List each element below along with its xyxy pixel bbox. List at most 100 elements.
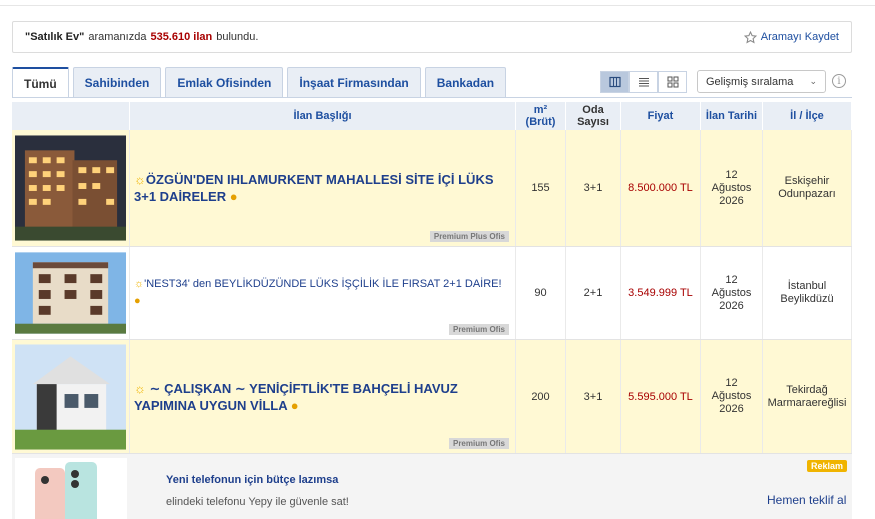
date-day: 12 <box>725 168 738 181</box>
listing-title[interactable]: ☼'NEST34' den BEYLİKDÜZÜNDE LÜKS İŞÇİLİK… <box>134 276 511 310</box>
pin-icon: ● <box>134 295 141 307</box>
table-row[interactable]: ☼ÖZGÜN'DEN IHLAMURKENT MAHALLESİ SİTE İÇ… <box>12 130 852 247</box>
grid-view-button[interactable] <box>658 71 687 93</box>
location-district: Marmaraereğlisi <box>767 396 847 409</box>
listing-title-cell[interactable]: ☼ ∼ ÇALIŞKAN ∼ YENİÇİFTLİK'TE BAHÇELİ HA… <box>130 340 516 453</box>
tab-owner[interactable]: Sahibinden <box>72 67 162 97</box>
listing-price: 5.595.000 TL <box>621 340 701 453</box>
listing-title-cell[interactable]: ☼ÖZGÜN'DEN IHLAMURKENT MAHALLESİ SİTE İÇ… <box>130 130 516 246</box>
listing-thumbnail[interactable] <box>12 340 130 453</box>
listing-title-text: 'NEST34' den BEYLİKDÜZÜNDE LÜKS İŞÇİLİK … <box>144 278 502 290</box>
save-search-button[interactable]: Aramayı Kaydet <box>743 30 839 44</box>
table-view-icon <box>608 76 621 88</box>
office-badge: Premium Ofis <box>448 438 509 449</box>
wave-icon: ∼ <box>234 380 246 396</box>
date-month: Ağustos <box>711 390 752 402</box>
search-suffix: bulundu. <box>216 31 259 43</box>
list-view-button[interactable] <box>629 71 658 93</box>
tab-bank[interactable]: Bankadan <box>424 67 507 97</box>
listing-thumbnail[interactable] <box>12 130 130 246</box>
listing-title[interactable]: ☼ ∼ ÇALIŞKAN ∼ YENİÇİFTLİK'TE BAHÇELİ HA… <box>134 380 511 414</box>
header-m2-top: m² <box>533 104 548 116</box>
date-month: Ağustos <box>711 181 752 194</box>
star-icon <box>743 30 757 43</box>
location-district: Odunpazarı <box>778 188 836 200</box>
tab-agency[interactable]: Emlak Ofisinden <box>165 67 284 97</box>
date-year: 2026 <box>719 403 744 415</box>
listing-price: 3.549.999 TL <box>621 247 701 339</box>
listing-table: İlan Başlığı m² (Brüt) Oda Sayısı Fiyat İl… <box>12 102 852 519</box>
listing-m2: 155 <box>516 130 566 246</box>
listing-title-text: ÖZGÜN'DEN IHLAMURKENT MAHALLESİ SİTE İÇİ… <box>134 172 494 204</box>
header-rooms-top: Oda <box>582 104 604 116</box>
apartment-photo-day <box>15 252 126 334</box>
listing-date: 12 Ağustos 2026 <box>701 340 763 453</box>
header-rooms-bottom: Sayısı <box>577 116 609 128</box>
phone-photo <box>15 458 127 519</box>
ad-content[interactable]: Yeni telefonun için bütçe lazımsa elinde… <box>130 454 349 519</box>
location-district: Beylikdüzü <box>780 293 834 305</box>
table-view-button[interactable] <box>600 71 629 93</box>
header-date[interactable]: İlan Tarihi <box>701 102 763 130</box>
table-row[interactable]: ☼'NEST34' den BEYLİKDÜZÜNDE LÜKS İŞÇİLİK… <box>12 247 852 340</box>
search-query: "Satılık Ev" <box>25 31 85 43</box>
listing-m2: 200 <box>516 340 566 453</box>
sun-icon: ☼ <box>134 380 146 396</box>
pin-icon: ● <box>229 189 238 204</box>
result-count: 535.610 ilan <box>150 31 213 43</box>
listing-thumbnail[interactable] <box>12 247 130 339</box>
header-m2-bottom: (Brüt) <box>525 116 556 128</box>
listing-date: 12 Ağustos 2026 <box>701 247 763 339</box>
header-title[interactable]: İlan Başlığı <box>130 102 516 130</box>
sort-select[interactable]: Gelişmiş sıralama ⌄ <box>697 70 826 93</box>
tabs-divider <box>12 97 852 98</box>
view-toggle <box>600 71 687 93</box>
date-year: 2026 <box>719 194 744 207</box>
ad-row[interactable]: Yeni telefonun için bütçe lazımsa elinde… <box>12 454 852 519</box>
listing-tabs: Tümü Sahibinden Emlak Ofisinden İnşaat F… <box>12 67 507 98</box>
pin-icon: ● <box>290 397 299 413</box>
date-day: 12 <box>725 377 738 389</box>
listing-title[interactable]: ☼ÖZGÜN'DEN IHLAMURKENT MAHALLESİ SİTE İÇ… <box>134 171 511 205</box>
sort-value: Gelişmiş sıralama <box>706 75 794 88</box>
grid-view-icon <box>667 76 678 88</box>
listing-location: Eskişehir Odunpazarı <box>763 130 852 246</box>
save-search-label: Aramayı Kaydet <box>760 31 839 43</box>
sun-icon: ☼ <box>134 172 146 187</box>
apartment-photo-night <box>15 135 126 241</box>
listing-rooms: 3+1 <box>566 340 621 453</box>
ad-subtitle: elindeki telefonu Yepy ile güvenle sat! <box>166 496 349 508</box>
location-city: İstanbul <box>787 280 827 292</box>
search-summary: "Satılık Ev" aramanızda 535.610 ilan bul… <box>12 21 852 53</box>
listing-rooms: 3+1 <box>566 130 621 246</box>
header-location[interactable]: İl / İlçe <box>763 102 852 130</box>
info-icon[interactable]: i <box>832 74 846 88</box>
listing-m2: 90 <box>516 247 566 339</box>
listing-title-cell[interactable]: ☼'NEST34' den BEYLİKDÜZÜNDE LÜKS İŞÇİLİK… <box>130 247 516 339</box>
date-day: 12 <box>725 273 738 286</box>
header-price[interactable]: Fiyat <box>621 102 701 130</box>
wave-icon: ∼ <box>149 380 161 396</box>
ad-cta-link[interactable]: Hemen teklif al <box>767 493 846 507</box>
office-badge: Premium Plus Ofis <box>429 231 509 242</box>
ad-thumbnail[interactable] <box>12 454 130 519</box>
date-month: Ağustos <box>711 286 752 299</box>
chevron-down-icon: ⌄ <box>809 76 817 86</box>
date-year: 2026 <box>719 299 744 312</box>
location-city: Eskişehir <box>784 175 830 187</box>
header-rooms[interactable]: Oda Sayısı <box>566 102 621 130</box>
table-row[interactable]: ☼ ∼ ÇALIŞKAN ∼ YENİÇİFTLİK'TE BAHÇELİ HA… <box>12 340 852 454</box>
listing-location: Tekirdağ Marmaraereğlisi <box>763 340 852 453</box>
villa-photo <box>15 343 126 450</box>
tab-construction[interactable]: İnşaat Firmasından <box>287 67 421 97</box>
header-m2[interactable]: m² (Brüt) <box>516 102 566 130</box>
listing-date: 12 Ağustos 2026 <box>701 130 763 246</box>
header-image <box>12 102 130 130</box>
ad-badge: Reklam <box>807 460 848 472</box>
tab-all[interactable]: Tümü <box>12 67 69 98</box>
ad-title[interactable]: Yeni telefonun için bütçe lazımsa <box>166 474 349 486</box>
listing-title-part1: ÇALIŞKAN <box>164 380 232 396</box>
top-divider <box>0 0 875 6</box>
office-badge: Premium Ofis <box>448 324 509 335</box>
listing-price: 8.500.000 TL <box>621 130 701 246</box>
